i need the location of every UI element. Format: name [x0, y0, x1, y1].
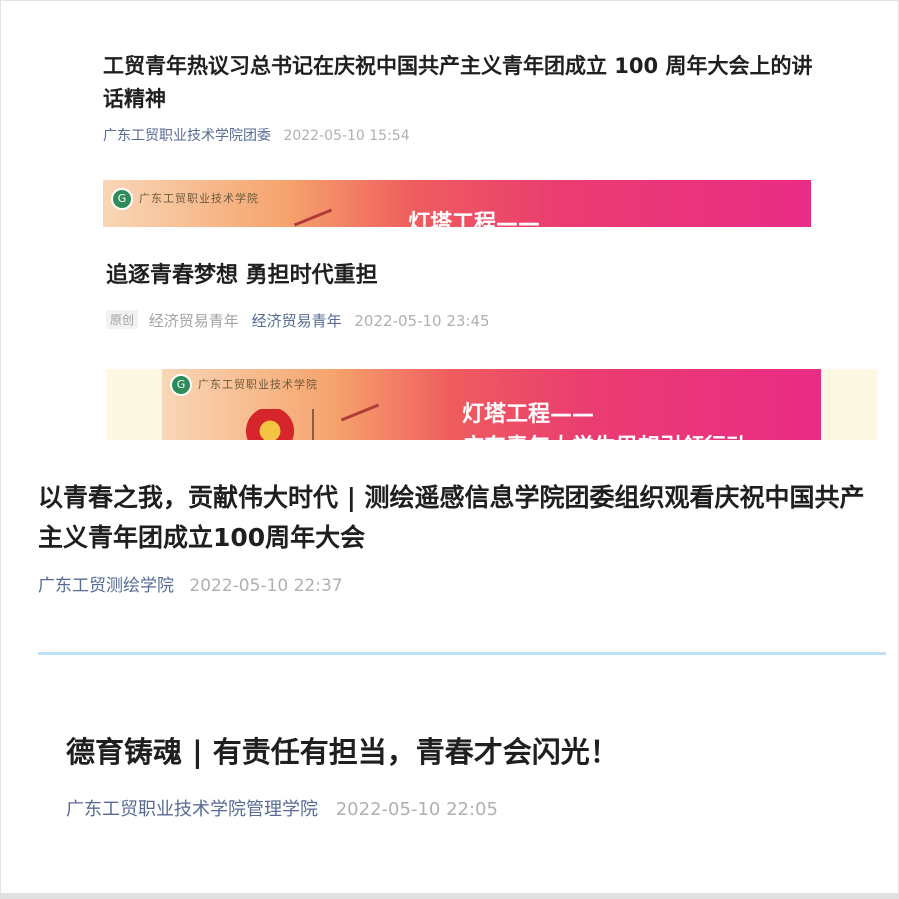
article-date: 2022-05-10 23:45 [354, 312, 490, 330]
article-meta: 原创 经济贸易青年 经济贸易青年 2022-05-10 23:45 [106, 310, 490, 331]
article-cover-banner[interactable]: G 广东工贸职业技术学院 灯塔工程—— 广东青年大学生思想引领行动 [162, 369, 821, 440]
banner-divider [312, 409, 314, 440]
article-meta: 广东工贸职业技术学院管理学院 2022-05-10 22:05 [66, 795, 498, 821]
article-meta: 广东工贸测绘学院 2022-05-10 22:37 [38, 571, 343, 596]
article-title[interactable]: 以青春之我，贡献伟大时代 | 测绘遥感信息学院团委组织观看庆祝中国共产主义青年团… [38, 478, 888, 558]
article-date: 2022-05-10 15:54 [283, 128, 410, 144]
banner-headline: 灯塔工程—— [462, 402, 595, 427]
article-cover-banner[interactable]: G 广东工贸职业技术学院 灯塔工程—— [103, 180, 811, 227]
article-title[interactable]: 追逐青春梦想 勇担时代重担 [106, 260, 806, 292]
article-account: 经济贸易青年 [148, 312, 239, 330]
school-logo-icon: G [111, 188, 133, 210]
article-title[interactable]: 工贸青年热议习总书记在庆祝中国共产主义青年团成立 100 周年大会上的讲话精神 [103, 50, 813, 116]
banner-decoration [340, 403, 380, 422]
youth-league-emblem-icon [244, 409, 296, 440]
original-badge: 原创 [106, 310, 139, 329]
article-source[interactable]: 广东工贸职业技术学院团委 [103, 128, 271, 144]
banner-headline: 灯塔工程—— [408, 211, 541, 227]
banner-school-name: 广东工贸职业技术学院 [198, 378, 318, 391]
article-date: 2022-05-10 22:05 [335, 799, 498, 820]
section-divider [38, 652, 886, 655]
school-logo-icon: G [170, 374, 192, 396]
article-source[interactable]: 广东工贸测绘学院 [38, 576, 174, 596]
article-source[interactable]: 经济贸易青年 [252, 312, 342, 330]
article-meta: 广东工贸职业技术学院团委 2022-05-10 15:54 [103, 125, 410, 145]
bottom-edge [0, 893, 899, 899]
banner-decoration [293, 208, 333, 227]
article-source[interactable]: 广东工贸职业技术学院管理学院 [66, 799, 318, 820]
banner-school-name: 广东工贸职业技术学院 [139, 192, 259, 205]
article-date: 2022-05-10 22:37 [189, 576, 343, 596]
article-title[interactable]: 德育铸魂 | 有责任有担当，青春才会闪光！ [66, 731, 866, 773]
banner-subline: 广东青年大学生思想引领行动 [462, 429, 748, 440]
